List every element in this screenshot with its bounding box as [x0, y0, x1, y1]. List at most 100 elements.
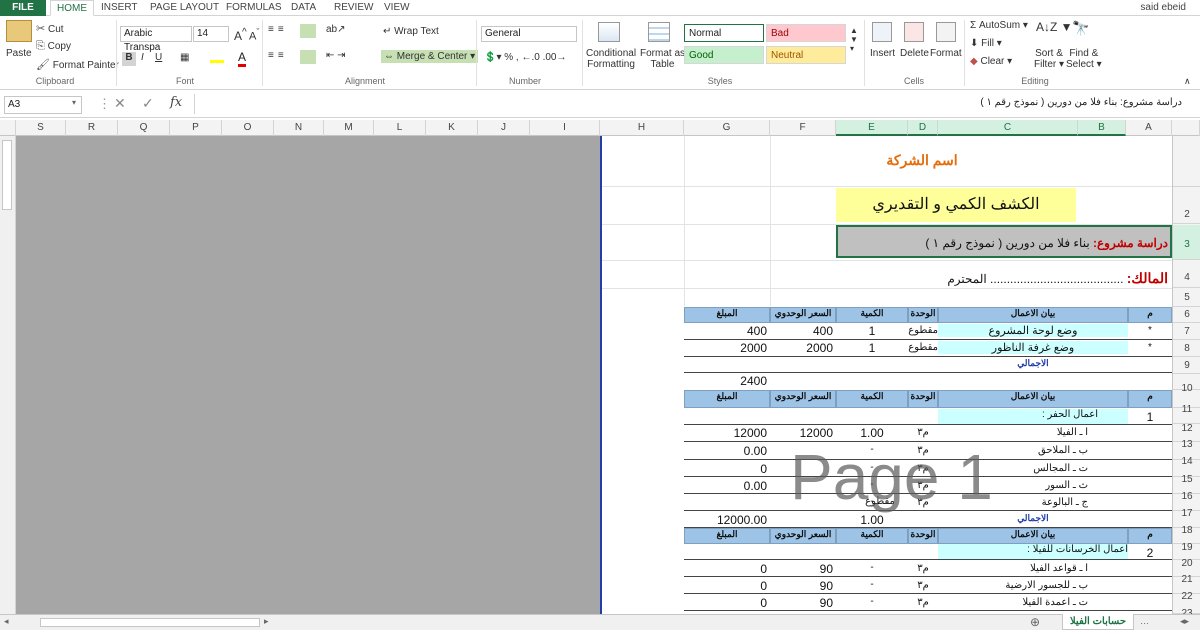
section-number[interactable]: 1 [1128, 410, 1172, 424]
sheet-nav-icon[interactable]: ◂▸ [1180, 616, 1189, 627]
font-color-button[interactable]: A [238, 50, 247, 67]
italic-button[interactable]: I [141, 52, 144, 63]
number-format-buttons[interactable]: 💲▾ % , ←.0 .00→ [484, 52, 567, 63]
fill-button[interactable]: ⬇ Fill ▾ [970, 38, 1002, 49]
font-name-select[interactable]: Arabic Transpa [120, 26, 192, 53]
column-header-selected[interactable]: B [1078, 120, 1126, 136]
desc-cell[interactable]: وضع غرفة الناظور [938, 341, 1128, 354]
price-cell[interactable]: 2000 [770, 341, 836, 355]
horizontal-align-buttons[interactable]: ≡≡ [268, 50, 288, 61]
row-header[interactable]: 21 [1173, 560, 1200, 585]
row-header[interactable]: 9 [1173, 357, 1200, 374]
orientation-button[interactable]: ab↗ [326, 24, 346, 35]
fill-color-icon[interactable] [210, 53, 224, 63]
style-neutral[interactable]: Neutral [766, 46, 846, 64]
align-bottom-button[interactable] [300, 24, 316, 38]
font-size-select[interactable]: 14 [193, 26, 229, 42]
row-header[interactable]: 2 [1173, 186, 1200, 224]
row-header[interactable]: 16 [1173, 477, 1200, 502]
bold-button[interactable]: B [122, 52, 136, 66]
column-header[interactable]: Q [118, 120, 170, 136]
format-as-table-button[interactable]: Format as Table [640, 48, 685, 70]
row-header[interactable]: 12 [1173, 408, 1200, 434]
indent-buttons[interactable]: ⇤ ⇥ [326, 50, 346, 61]
qty-cell[interactable]: 1 [836, 324, 908, 338]
column-header-selected[interactable]: E [836, 120, 908, 136]
tab-home[interactable]: HOME [50, 0, 94, 16]
row-header[interactable]: 11 [1173, 390, 1200, 415]
format-painter-button[interactable]: 🖌 Format Painter [36, 58, 119, 71]
column-header[interactable]: M [324, 120, 374, 136]
more-sheets-icon[interactable]: … [1140, 616, 1149, 626]
unit-cell[interactable]: م٣ [908, 563, 938, 574]
amount-cell[interactable]: 0 [684, 596, 770, 610]
horizontal-scrollbar[interactable] [40, 618, 260, 627]
column-header[interactable]: J [478, 120, 530, 136]
styles-scroll-button[interactable]: ▲ ▼ ▾ [850, 26, 858, 53]
user-name[interactable]: said ebeid [1140, 0, 1186, 16]
row-header[interactable]: 14 [1173, 442, 1200, 467]
row-header[interactable]: 20 [1173, 544, 1200, 569]
column-header[interactable]: O [222, 120, 274, 136]
price-cell[interactable]: 90 [770, 562, 836, 576]
m-cell[interactable]: * [1128, 325, 1172, 336]
qty-cell[interactable]: 1.00 [836, 426, 908, 440]
paste-button[interactable]: Paste [6, 48, 32, 59]
row-header[interactable]: 8 [1173, 340, 1200, 357]
column-header[interactable]: G [684, 120, 770, 136]
desc-cell[interactable]: ت ـ اعمدة الفيلا [938, 597, 1128, 608]
desc-cell[interactable]: أ ـ الفيلا [938, 427, 1128, 438]
merge-center-button[interactable]: ⇔ Merge & Center ▾ [381, 50, 479, 63]
worksheet[interactable]: اسم الشركة الكشف الكمي و التقديري دراسة … [602, 136, 1172, 614]
column-header-selected[interactable]: C [938, 120, 1078, 136]
style-good[interactable]: Good [684, 46, 764, 64]
scroll-right-icon[interactable]: ▸ [264, 616, 269, 627]
column-header[interactable]: S [16, 120, 66, 136]
number-format-select[interactable]: General [481, 26, 577, 42]
vertical-scrollbar[interactable] [0, 136, 16, 614]
unit-cell[interactable]: م٣ [908, 580, 938, 591]
amount-cell[interactable]: 0 [684, 562, 770, 576]
tab-review[interactable]: REVIEW [334, 0, 373, 16]
tab-insert[interactable]: INSERT [101, 0, 138, 16]
add-sheet-icon[interactable]: ⊕ [1030, 615, 1040, 629]
tab-formulas[interactable]: FORMULAS [226, 0, 282, 16]
unit-cell[interactable]: مقطوع [908, 325, 938, 336]
amount-cell[interactable]: 0 [684, 579, 770, 593]
qty-cell[interactable]: 1 [836, 341, 908, 355]
price-cell[interactable]: 400 [770, 324, 836, 338]
enter-icon[interactable]: ✓ [142, 95, 154, 112]
row-header-selected[interactable]: 3 [1173, 225, 1200, 260]
row-header[interactable]: 22 [1173, 577, 1200, 602]
insert-function-icon[interactable]: fx [170, 95, 182, 110]
tab-view[interactable]: VIEW [384, 0, 410, 16]
column-header[interactable]: F [770, 120, 836, 136]
row-header[interactable]: 17 [1173, 494, 1200, 519]
row-header[interactable]: 13 [1173, 424, 1200, 450]
desc-cell[interactable]: وضع لوحة المشروع [938, 324, 1128, 337]
column-header[interactable]: L [374, 120, 426, 136]
total-cell[interactable]: 2400 [684, 374, 770, 388]
select-all-button[interactable] [0, 120, 16, 136]
column-header[interactable]: K [426, 120, 478, 136]
tab-file[interactable]: FILE [0, 0, 46, 16]
vertical-align-buttons[interactable]: ≡≡ [268, 24, 288, 35]
column-header-selected[interactable]: D [908, 120, 938, 136]
borders-button[interactable]: ▦ [180, 52, 189, 63]
cancel-icon[interactable]: ✕ [114, 95, 126, 112]
conditional-formatting-button[interactable]: Conditional Formatting [586, 48, 636, 70]
price-cell[interactable]: 12000 [770, 426, 836, 440]
name-box-dropdown-icon[interactable]: ▾ [72, 98, 76, 107]
qty-cell[interactable]: - [836, 562, 908, 573]
scrollbar-thumb[interactable] [2, 140, 12, 210]
column-header[interactable]: I [530, 120, 600, 136]
shrink-font-button[interactable]: Aˇ [249, 27, 259, 43]
tab-data[interactable]: DATA [291, 0, 316, 16]
collapse-ribbon-icon[interactable]: ∧ [1184, 76, 1191, 87]
row-header[interactable]: 15 [1173, 460, 1200, 485]
row-header[interactable]: 4 [1173, 260, 1200, 288]
amount-cell[interactable]: 0.00 [684, 444, 770, 458]
style-normal[interactable]: Normal [684, 24, 764, 42]
autosum-button[interactable]: Σ AutoSum ▾ [970, 20, 1028, 31]
sheet-tab-active[interactable]: حسابات الفيلا [1062, 614, 1134, 630]
